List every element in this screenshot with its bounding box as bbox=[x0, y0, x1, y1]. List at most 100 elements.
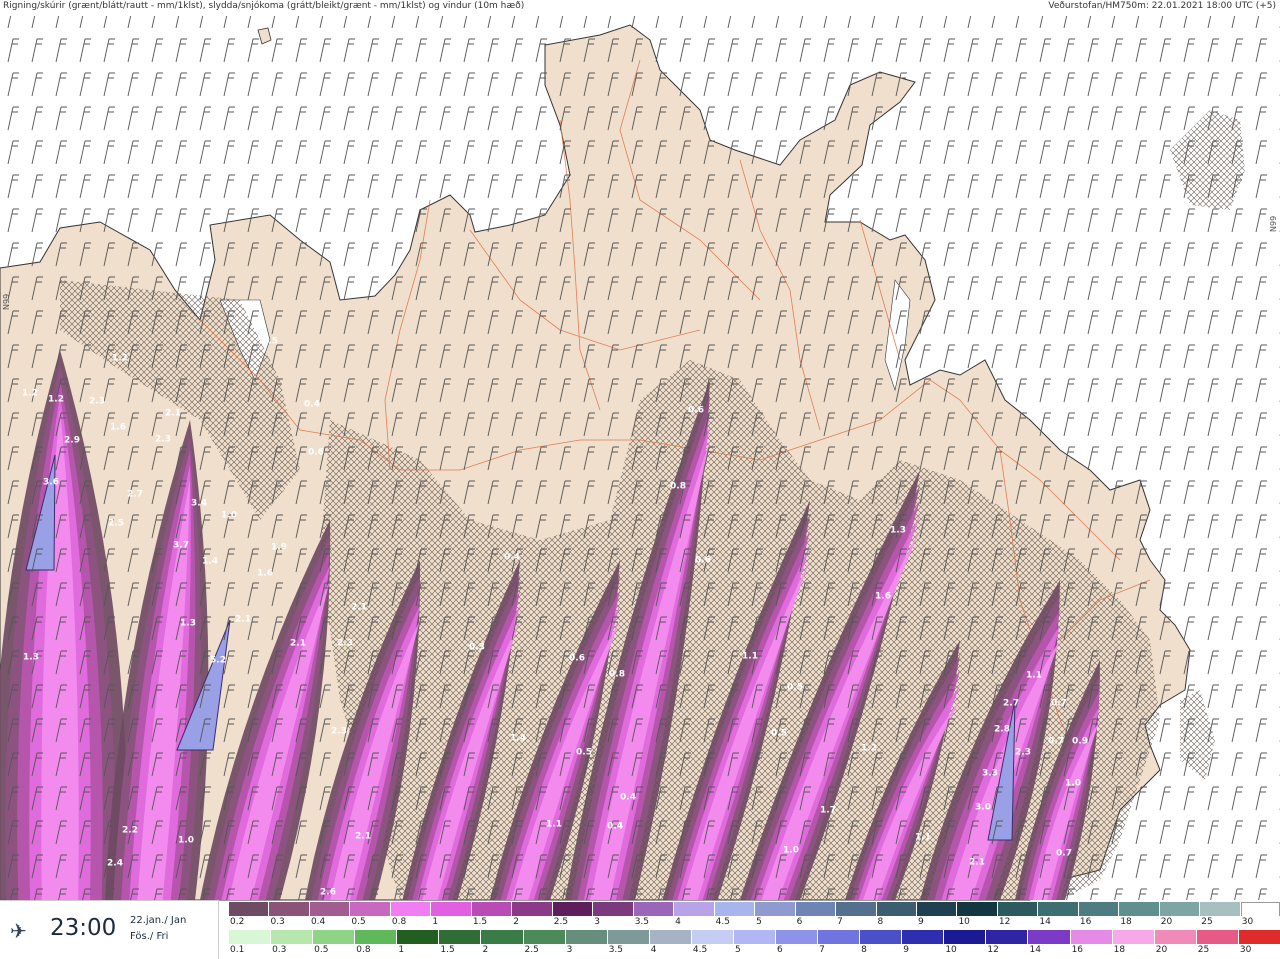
scale_rain-color bbox=[986, 930, 1028, 944]
scale_rain-color bbox=[818, 930, 860, 944]
scale_rain-swatch: 4.5 bbox=[690, 930, 734, 956]
scale_rain-label: 3 bbox=[565, 944, 608, 956]
precip-value-label: 2.1 bbox=[290, 639, 306, 649]
scale_rain-color bbox=[733, 930, 776, 944]
scale_snow-color bbox=[997, 902, 1038, 916]
scale_rain-label: 1.5 bbox=[439, 944, 482, 956]
model-run-info: Veðurstofan/HM750m: 22.01.2021 18:00 UTC… bbox=[1048, 1, 1276, 11]
scale_rain-color bbox=[944, 930, 986, 944]
scale_snow-color bbox=[269, 902, 309, 916]
precip-value-label: 2.5 bbox=[108, 519, 124, 529]
scale_snow-label: 8 bbox=[876, 916, 917, 928]
scale_rain-color bbox=[523, 930, 565, 944]
precip-value-label: 3.0 bbox=[975, 803, 991, 813]
weather-map[interactable]: N99 N99 1.2 0.5 1.2 1.2 2.3 2.1 0.4 1.6 2.3 2.9 0.… bbox=[0, 0, 1280, 958]
scale_rain-label: 1 bbox=[397, 944, 440, 956]
scale_rain-swatch: 0.3 bbox=[270, 930, 314, 956]
scale_rain-label: 0.3 bbox=[271, 944, 314, 956]
scale_snow-color bbox=[1159, 902, 1200, 916]
scale_rain-label: 9 bbox=[902, 944, 945, 956]
precip-value-label: 2.3 bbox=[89, 397, 105, 407]
scale_rain-color bbox=[1028, 930, 1070, 944]
precip-value-label: 2.6 bbox=[320, 888, 336, 898]
scale_snow-label: 1 bbox=[431, 916, 472, 928]
scale_rain-color bbox=[1196, 930, 1238, 944]
precip-value-label: 1.6 bbox=[110, 423, 126, 433]
scale_snow-label: 3 bbox=[593, 916, 634, 928]
scale_rain-swatch: 25 bbox=[1195, 930, 1239, 956]
scale_snow-label: 0.3 bbox=[269, 916, 310, 928]
scale_rain-label: 7 bbox=[818, 944, 861, 956]
precip-value-label: 2.3 bbox=[331, 727, 347, 737]
scale_rain-swatch: 3 bbox=[564, 930, 608, 956]
scale_rain-swatch: 4 bbox=[648, 930, 692, 956]
scale_snow-label: 6 bbox=[795, 916, 837, 928]
precip-value-label: 0.4 bbox=[607, 822, 623, 832]
precip-value-label: 2.9 bbox=[64, 436, 80, 446]
airplane-icon[interactable]: ✈ bbox=[10, 919, 27, 943]
scale_snow-label: 18 bbox=[1119, 916, 1160, 928]
scale_snow-label: 2 bbox=[512, 916, 553, 928]
precip-value-label: 1.1 bbox=[546, 820, 562, 830]
scale_snow-swatch: 18 bbox=[1118, 902, 1160, 928]
precip-value-label: 0.5 bbox=[787, 683, 803, 693]
scale_rain-color bbox=[565, 930, 607, 944]
scale_snow-swatch: 25 bbox=[1199, 902, 1241, 928]
scale_snow-color bbox=[674, 902, 714, 916]
scale_snow-label: 10 bbox=[957, 916, 998, 928]
precip-value-label: 2.7 bbox=[1003, 699, 1019, 709]
scale_rain-color bbox=[439, 930, 481, 944]
scale_rain-swatch: 7 bbox=[817, 930, 861, 956]
scale_rain-swatch: 5 bbox=[732, 930, 777, 956]
scale_snow-label: 3.5 bbox=[633, 916, 675, 928]
scale_snow-color bbox=[957, 902, 997, 916]
scale_rain-swatch: 14 bbox=[1027, 930, 1071, 956]
precip-value-label: 0.4 bbox=[504, 553, 520, 563]
precip-value-label: 2.8 bbox=[994, 725, 1010, 735]
precip-value-label: 1.9 bbox=[271, 543, 287, 553]
scale_rain-swatch: 3.5 bbox=[606, 930, 650, 956]
scale_rain-swatch: 16 bbox=[1069, 930, 1113, 956]
scale_snow-label: 14 bbox=[1038, 916, 1079, 928]
precip-value-label: 2.3 bbox=[155, 435, 171, 445]
precip-value-label: 0.5 bbox=[771, 729, 787, 739]
scale_rain-color bbox=[355, 930, 397, 944]
time-panel[interactable]: ✈ 23:00 22.jan./ Jan Fös./ Fri bbox=[0, 900, 219, 959]
scale_snow-swatch: 1.5 bbox=[470, 902, 513, 928]
scale_rain-label: 5 bbox=[733, 944, 777, 956]
scale_rain-label: 18 bbox=[1112, 944, 1155, 956]
precip-value-label: 3.6 bbox=[43, 478, 59, 488]
precip-value-label: 2.2 bbox=[122, 826, 138, 836]
scale_snow-swatch: 9 bbox=[915, 902, 958, 928]
scale_rain-label: 25 bbox=[1196, 944, 1239, 956]
scale_snow-swatch: 0.3 bbox=[268, 902, 310, 928]
scale_snow-swatch: 30 bbox=[1239, 902, 1280, 928]
scale_rain-label: 16 bbox=[1070, 944, 1113, 956]
scale_rain-color bbox=[691, 930, 733, 944]
precip-value-label: 1.2 bbox=[112, 354, 128, 364]
precip-value-label: 2.1 bbox=[355, 832, 371, 842]
scale_rain-swatch: 1 bbox=[396, 930, 440, 956]
scale_rain-color bbox=[1112, 930, 1154, 944]
scale_rain-swatch: 0.5 bbox=[312, 930, 356, 956]
scale_rain-label: 2 bbox=[481, 944, 524, 956]
scale_rain-label: 10 bbox=[944, 944, 987, 956]
scale_snow-swatch: 2 bbox=[511, 902, 553, 928]
scale_snow-label: 16 bbox=[1078, 916, 1120, 928]
precip-value-label: 0.7 bbox=[1051, 699, 1067, 709]
scale_rain-label: 30 bbox=[1238, 944, 1280, 956]
scale_snow-color bbox=[795, 902, 836, 916]
precip-value-label: 0.6 bbox=[308, 448, 324, 458]
scale_rain-color bbox=[776, 930, 818, 944]
scale_snow-swatch: 8 bbox=[875, 902, 917, 928]
scale_snow-color bbox=[1119, 902, 1159, 916]
scale_rain-swatch: 1.5 bbox=[438, 930, 482, 956]
scale_snow-color bbox=[836, 902, 876, 916]
scale_rain-label: 3.5 bbox=[607, 944, 650, 956]
scale_rain-color bbox=[1070, 930, 1112, 944]
scale_snow-swatch: 16 bbox=[1077, 902, 1120, 928]
scale_rain-swatch: 2.5 bbox=[522, 930, 566, 956]
scale_rain-color bbox=[1238, 930, 1280, 944]
precip-value-label: 0.7 bbox=[1056, 849, 1072, 859]
scale_snow-label: 0.4 bbox=[309, 916, 351, 928]
